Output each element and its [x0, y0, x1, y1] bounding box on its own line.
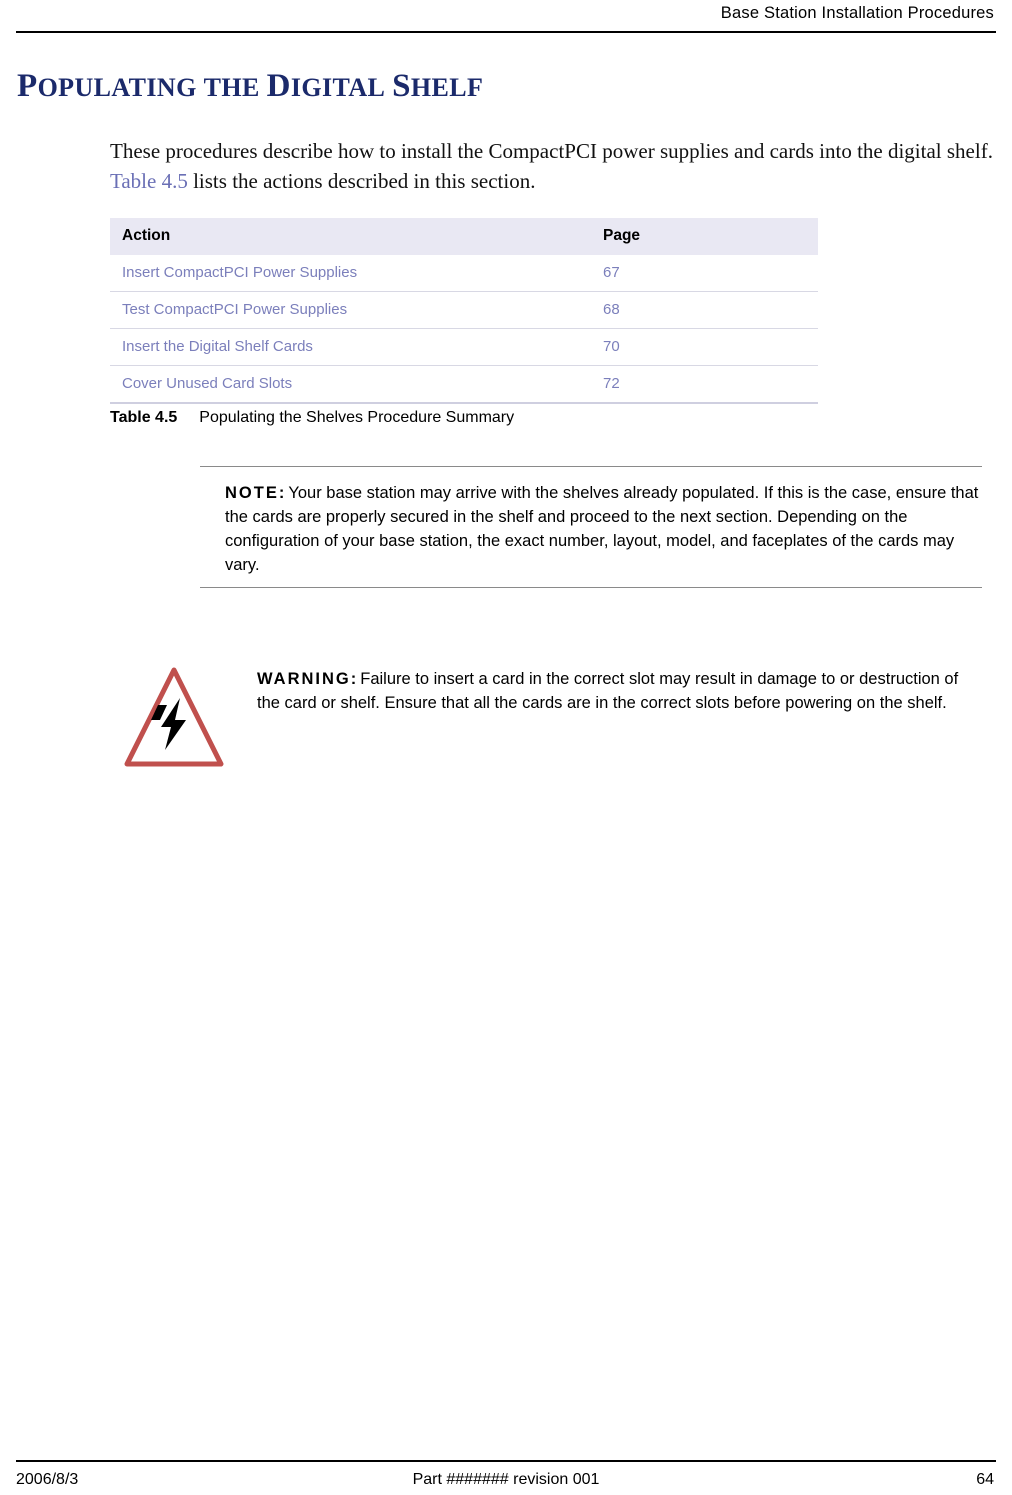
- procedure-summary-table: Action Page Insert CompactPCI Power Supp…: [110, 218, 818, 404]
- page-header: Base Station Installation Procedures: [0, 0, 1012, 34]
- page-footer: 2006/8/3 Part ####### revision 001 64: [0, 1445, 1012, 1495]
- table-row[interactable]: Test CompactPCI Power Supplies 68: [110, 291, 818, 329]
- cell-page[interactable]: 72: [603, 365, 818, 404]
- table-cross-reference-link[interactable]: Table 4.5: [110, 169, 188, 193]
- cell-action[interactable]: Insert CompactPCI Power Supplies: [110, 255, 603, 292]
- footer-divider: [16, 1460, 996, 1462]
- cell-action[interactable]: Test CompactPCI Power Supplies: [110, 291, 603, 329]
- intro-text-before: These procedures describe how to install…: [110, 139, 993, 163]
- intro-text-after: lists the actions described in this sect…: [187, 169, 536, 193]
- table-row[interactable]: Insert the Digital Shelf Cards 70: [110, 328, 818, 366]
- heading-part: OPULATING: [37, 73, 197, 102]
- page-title: POPULATING THE DIGITAL SHELF: [17, 68, 483, 105]
- note-label: NOTE:: [225, 484, 287, 502]
- footer-page-number: 64: [976, 1471, 994, 1488]
- warning-label: WARNING:: [257, 670, 359, 688]
- cell-action[interactable]: Insert the Digital Shelf Cards: [110, 328, 603, 366]
- heading-part: THE: [203, 73, 260, 102]
- table-caption: Table 4.5 Populating the Shelves Procedur…: [110, 409, 514, 427]
- note-bottom-divider: [200, 587, 982, 588]
- cell-page[interactable]: 68: [603, 291, 818, 329]
- note-text: Your base station may arrive with the sh…: [225, 484, 979, 574]
- table-row[interactable]: Insert CompactPCI Power Supplies 67: [110, 255, 818, 292]
- cell-page[interactable]: 67: [603, 255, 818, 292]
- electrical-hazard-icon: [123, 664, 225, 770]
- heading-space: [260, 73, 267, 102]
- footer-part-number: Part ####### revision 001: [412, 1471, 600, 1488]
- heading-part: IGITAL: [290, 73, 386, 102]
- note-body: NOTE: Your base station may arrive with t…: [200, 467, 982, 587]
- table-header-row: Action Page: [110, 218, 818, 255]
- heading-part: S: [392, 68, 411, 104]
- column-header-action: Action: [110, 218, 603, 255]
- running-header-title: Base Station Installation Procedures: [720, 4, 994, 22]
- heading-part: P: [17, 68, 38, 104]
- heading-space: [197, 73, 204, 102]
- column-header-page: Page: [603, 218, 818, 255]
- warning-callout: WARNING: Failure to insert a card in the …: [257, 667, 982, 715]
- heading-part: D: [266, 68, 291, 104]
- intro-paragraph: These procedures describe how to install…: [110, 136, 1000, 196]
- cell-page[interactable]: 70: [603, 328, 818, 366]
- table-caption-label: Table 4.5: [110, 409, 178, 426]
- warning-text: Failure to insert a card in the correct …: [257, 670, 959, 712]
- header-divider: [16, 31, 996, 33]
- cell-action[interactable]: Cover Unused Card Slots: [110, 365, 603, 404]
- note-callout: NOTE: Your base station may arrive with t…: [200, 466, 982, 588]
- table-caption-text: Populating the Shelves Procedure Summary: [199, 409, 515, 426]
- table-row[interactable]: Cover Unused Card Slots 72: [110, 365, 818, 404]
- heading-part: HELF: [410, 73, 484, 102]
